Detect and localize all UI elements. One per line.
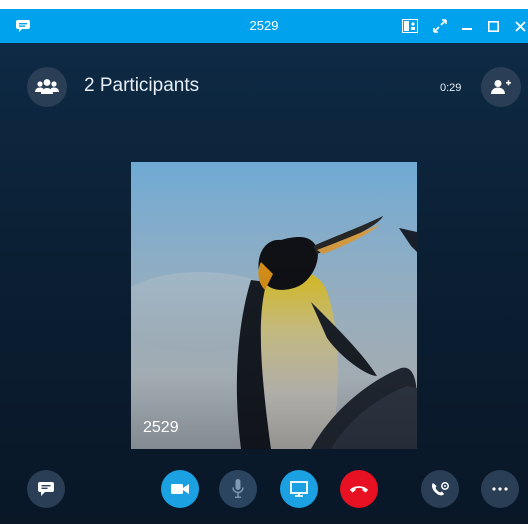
more-options-button[interactable]	[481, 470, 519, 508]
present-icon	[290, 481, 308, 497]
title-bar[interactable]: 2529	[0, 9, 528, 43]
chat-button[interactable]	[27, 470, 65, 508]
video-icon	[171, 484, 189, 494]
hang-up-button[interactable]	[340, 470, 378, 508]
call-timer: 0:29	[440, 82, 462, 94]
minimize-icon[interactable]	[458, 9, 476, 43]
call-controls-icon	[432, 482, 449, 496]
hang-up-icon	[350, 486, 368, 493]
microphone-icon	[232, 479, 244, 498]
full-screen-icon[interactable]	[430, 9, 450, 43]
present-button[interactable]	[280, 470, 318, 508]
chat-icon	[38, 482, 54, 496]
participants-icon	[35, 79, 59, 94]
penguin-photo	[131, 162, 417, 449]
caller-name-label: 2529	[143, 419, 179, 436]
add-participant-button[interactable]	[481, 67, 521, 107]
add-person-icon	[491, 80, 511, 94]
participant-video: 2529	[131, 162, 417, 449]
maximize-icon[interactable]	[484, 9, 502, 43]
participants-button[interactable]	[27, 67, 67, 107]
mute-button[interactable]	[219, 470, 257, 508]
close-icon[interactable]	[512, 9, 528, 43]
participants-count: 2 Participants	[84, 75, 200, 96]
compact-view-icon[interactable]	[400, 9, 420, 43]
more-options-icon	[492, 487, 508, 491]
call-controls-button[interactable]	[421, 470, 459, 508]
window-top-edge	[0, 0, 528, 9]
video-button[interactable]	[161, 470, 199, 508]
